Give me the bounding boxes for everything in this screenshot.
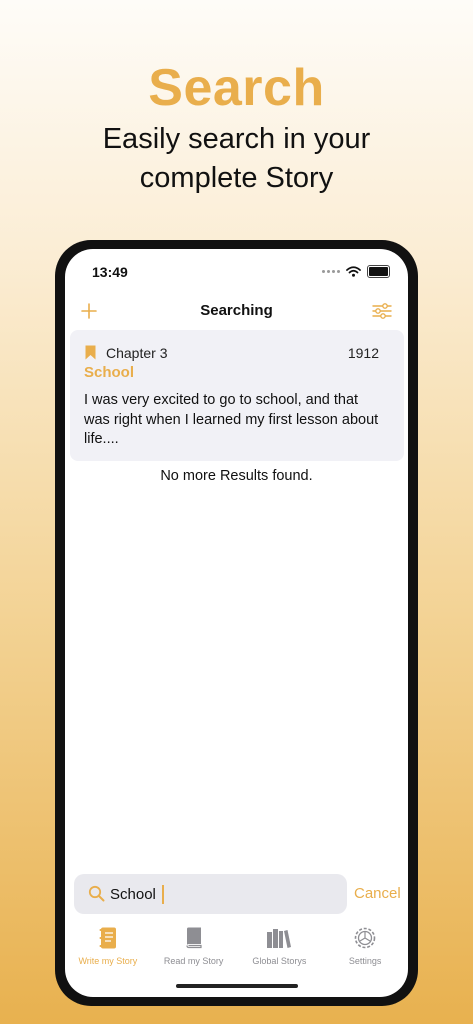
tab-write-my-story[interactable]: Write my Story bbox=[65, 925, 151, 975]
status-time: 13:49 bbox=[92, 264, 128, 280]
books-icon bbox=[267, 929, 292, 948]
phone-frame: 13:49 Searching Chapter 3 1912 School I … bbox=[55, 240, 418, 1006]
promo-subtitle: Easily search in your complete Story bbox=[0, 120, 473, 198]
search-input[interactable] bbox=[110, 874, 330, 914]
wifi-icon bbox=[346, 266, 361, 277]
bookmark-icon bbox=[85, 345, 96, 360]
tab-read-my-story[interactable]: Read my Story bbox=[151, 925, 237, 975]
notebook-icon bbox=[99, 927, 116, 949]
tab-label: Global Storys bbox=[252, 956, 307, 966]
filter-sliders-icon[interactable] bbox=[372, 301, 392, 321]
tab-bar: Write my Story Read my Story Global Stor… bbox=[65, 925, 408, 975]
gear-icon bbox=[354, 927, 376, 949]
navigation-bar: Searching bbox=[65, 297, 408, 327]
search-bar[interactable] bbox=[74, 874, 347, 914]
promo-subtitle-line-2: complete Story bbox=[139, 162, 334, 194]
result-excerpt: I was very excited to go to school, and … bbox=[84, 392, 379, 447]
no-more-results-text: No more Results found. bbox=[160, 468, 313, 484]
battery-icon bbox=[367, 265, 390, 278]
phone-screen: 13:49 Searching Chapter 3 1912 School I … bbox=[65, 249, 408, 997]
promo-subtitle-line-1: Easily search in your bbox=[102, 123, 371, 155]
text-cursor bbox=[162, 885, 164, 904]
tab-global-storys[interactable]: Global Storys bbox=[237, 925, 323, 975]
tab-settings[interactable]: Settings bbox=[322, 925, 408, 975]
home-indicator bbox=[176, 984, 298, 988]
tab-label: Read my Story bbox=[163, 956, 224, 966]
promo-title: Search bbox=[148, 59, 325, 117]
page-title: Searching bbox=[200, 302, 273, 319]
tab-label: Write my Story bbox=[78, 956, 138, 966]
search-icon bbox=[88, 885, 105, 902]
book-icon bbox=[186, 927, 202, 949]
result-year: 1912 bbox=[347, 345, 379, 361]
cancel-button[interactable]: Cancel bbox=[354, 885, 401, 902]
status-icons bbox=[322, 265, 390, 278]
search-result-card[interactable]: Chapter 3 1912 School I was very excited… bbox=[70, 330, 404, 461]
tab-label: Settings bbox=[348, 956, 382, 966]
result-title: School bbox=[84, 364, 135, 381]
signal-dots-icon bbox=[322, 270, 340, 273]
result-chapter: Chapter 3 bbox=[106, 345, 168, 361]
